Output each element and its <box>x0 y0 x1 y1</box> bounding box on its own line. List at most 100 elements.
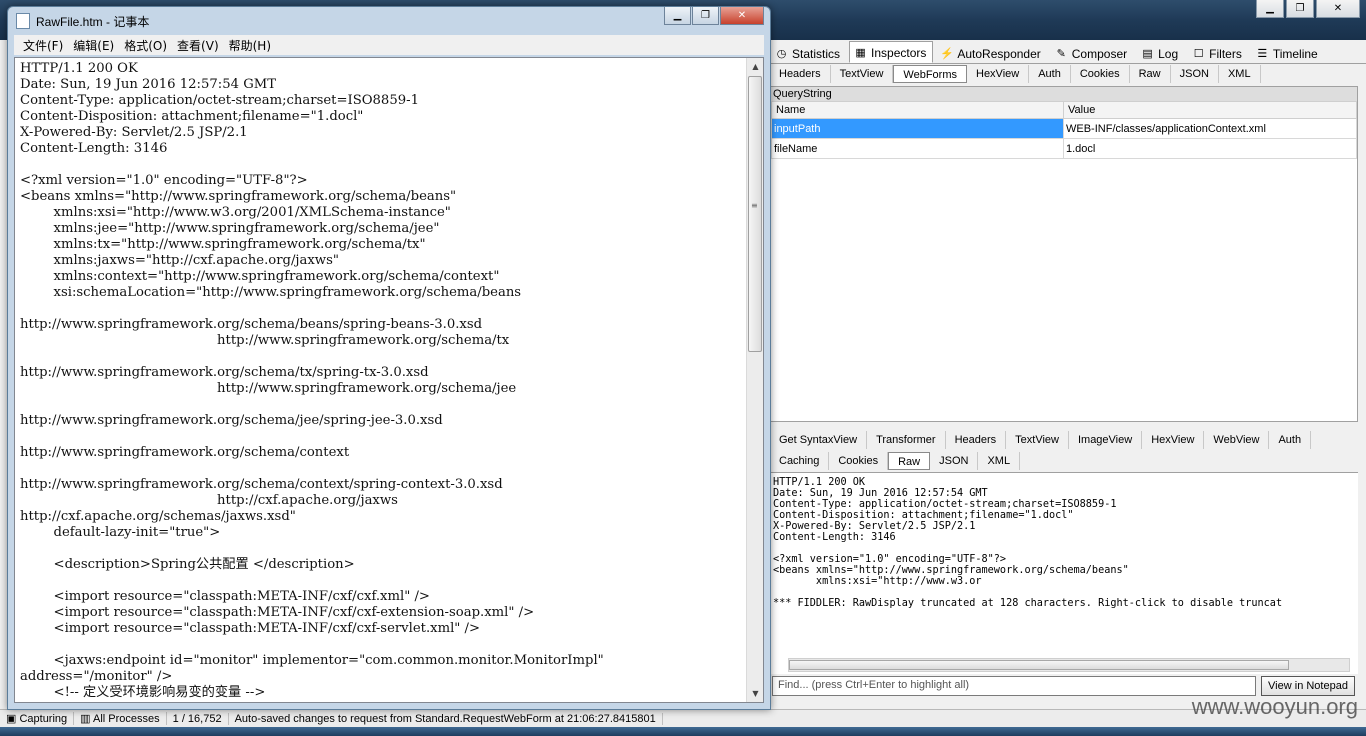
req-tab-headers[interactable]: Headers <box>770 65 831 83</box>
resp-tab-webview[interactable]: WebView <box>1204 431 1270 449</box>
grip-icon: ≡ <box>751 201 758 210</box>
resp-tab-auth[interactable]: Auth <box>1269 431 1312 449</box>
req-tab-webforms[interactable]: WebForms <box>893 65 967 83</box>
process-icon: ▥ <box>80 713 93 725</box>
maximize-button[interactable]: ❐ <box>692 7 719 25</box>
raw-response-panel: HTTP/1.1 200 OK Date: Sun, 19 Jun 2016 1… <box>770 472 1358 674</box>
querystring-table: Name Value inputPath WEB-INF/classes/app… <box>771 101 1357 159</box>
param-name[interactable]: inputPath <box>771 118 1064 139</box>
tab-inspectors[interactable]: ▦ Inspectors <box>849 41 934 63</box>
minimize-button[interactable]: ▁ <box>664 7 691 25</box>
horizontal-scrollbar[interactable] <box>788 658 1350 672</box>
tab-autoresponder[interactable]: ⚡ AutoResponder <box>935 43 1047 63</box>
process-filter[interactable]: ▥ All Processes <box>74 712 167 725</box>
pencil-icon: ✎ <box>1056 47 1066 60</box>
menu-format[interactable]: 格式(O) <box>119 37 172 54</box>
request-tabbar: Headers TextView WebForms HexView Auth C… <box>770 64 1366 84</box>
tab-log[interactable]: ▤ Log <box>1136 43 1185 63</box>
req-tab-json[interactable]: JSON <box>1171 65 1219 83</box>
webforms-panel: QueryString Name Value inputPath WEB-INF… <box>770 86 1358 422</box>
tab-label: Statistics <box>792 47 841 61</box>
inspect-icon: ▦ <box>855 46 866 59</box>
column-header-name[interactable]: Name <box>771 101 1064 119</box>
notepad-window: RawFile.htm - 记事本 ▁ ❐ ✕ 文件(F) 编辑(E) 格式(O… <box>7 6 771 710</box>
req-tab-textview[interactable]: TextView <box>831 65 894 83</box>
req-tab-hexview[interactable]: HexView <box>967 65 1030 83</box>
close-button[interactable]: ✕ <box>1316 0 1360 18</box>
tab-label: AutoResponder <box>957 47 1041 61</box>
resp-tab-cookies[interactable]: Cookies <box>829 452 889 470</box>
response-tabbar-row1: Get SyntaxView Transformer Headers TextV… <box>770 430 1366 450</box>
notepad-app-icon <box>16 13 30 29</box>
log-icon: ▤ <box>1142 47 1153 60</box>
req-tab-auth[interactable]: Auth <box>1029 65 1071 83</box>
table-row[interactable]: fileName 1.docl <box>771 138 1357 159</box>
scroll-up-icon[interactable]: ▲ <box>747 58 763 75</box>
table-row[interactable]: inputPath WEB-INF/classes/applicationCon… <box>771 118 1357 139</box>
menu-file[interactable]: 文件(F) <box>18 37 68 54</box>
taskbar <box>0 727 1366 736</box>
resp-tab-imageview[interactable]: ImageView <box>1069 431 1143 449</box>
resp-tab-headers[interactable]: Headers <box>946 431 1007 449</box>
lightning-icon: ⚡ <box>940 47 955 60</box>
param-value[interactable]: 1.docl <box>1063 138 1357 159</box>
tab-timeline[interactable]: ☰ Timeline <box>1251 43 1325 63</box>
resp-tab-hexview[interactable]: HexView <box>1142 431 1205 449</box>
find-input[interactable]: Find... (press Ctrl+Enter to highlight a… <box>772 676 1256 696</box>
tab-composer[interactable]: ✎ Composer <box>1050 43 1134 63</box>
notepad-titlebar[interactable]: RawFile.htm - 记事本 <box>8 7 770 35</box>
scroll-down-icon[interactable]: ▼ <box>747 685 763 702</box>
req-tab-cookies[interactable]: Cookies <box>1071 65 1130 83</box>
minimize-button[interactable]: ▁ <box>1256 0 1284 18</box>
status-message: Auto-saved changes to request from Stand… <box>229 712 663 725</box>
status-bar: ▣ Capturing ▥ All Processes 1 / 16,752 A… <box>0 709 1366 727</box>
text-editor[interactable]: HTTP/1.1 200 OK Date: Sun, 19 Jun 2016 1… <box>14 57 764 703</box>
param-name[interactable]: fileName <box>771 138 1064 159</box>
maximize-button[interactable]: ❐ <box>1286 0 1314 18</box>
tab-label: Composer <box>1071 47 1128 61</box>
resp-tab-xml[interactable]: XML <box>978 452 1021 470</box>
inspector-tabbar: ◷ Statistics ▦ Inspectors ⚡ AutoResponder ✎… <box>770 41 1366 64</box>
raw-response-text[interactable]: HTTP/1.1 200 OK Date: Sun, 19 Jun 2016 1… <box>770 473 1358 653</box>
req-tab-xml[interactable]: XML <box>1219 65 1261 83</box>
resp-tab-caching[interactable]: Caching <box>770 452 830 470</box>
menu-edit[interactable]: 编辑(E) <box>68 37 119 54</box>
param-value[interactable]: WEB-INF/classes/applicationContext.xml <box>1063 118 1357 139</box>
scrollbar-thumb[interactable] <box>789 660 1289 670</box>
tab-statistics[interactable]: ◷ Statistics <box>770 43 847 63</box>
vertical-scrollbar[interactable]: ▲ ≡ ▼ <box>746 58 763 702</box>
scrollbar-thumb[interactable] <box>748 76 762 352</box>
view-in-notepad-button[interactable]: View in Notepad <box>1261 676 1355 696</box>
capture-icon: ▣ <box>6 713 20 725</box>
notepad-caption-buttons: ▁ ❐ ✕ <box>664 7 764 25</box>
tab-label: Filters <box>1209 47 1242 61</box>
tab-label: Timeline <box>1272 47 1318 61</box>
process-filter-label: All Processes <box>93 713 160 725</box>
timeline-icon: ☰ <box>1257 47 1268 60</box>
column-header-value[interactable]: Value <box>1063 101 1357 119</box>
tab-label: Log <box>1158 47 1179 61</box>
window-title: RawFile.htm - 记事本 <box>36 14 150 29</box>
capturing-toggle[interactable]: ▣ Capturing <box>0 712 75 725</box>
fiddler-caption-buttons: ▁ ❐ ✕ <box>1256 0 1360 18</box>
resp-tab-json[interactable]: JSON <box>930 452 979 470</box>
watermark: www.wooyun.org <box>1191 694 1358 719</box>
editor-content[interactable]: HTTP/1.1 200 OK Date: Sun, 19 Jun 2016 1… <box>15 58 745 702</box>
resp-tab-raw[interactable]: Raw <box>888 452 931 470</box>
menu-bar: 文件(F) 编辑(E) 格式(O) 查看(V) 帮助(H) <box>14 35 764 55</box>
clock-icon: ◷ <box>776 47 787 60</box>
checkbox-icon: ☐ <box>1193 47 1204 60</box>
tab-filters[interactable]: ☐ Filters <box>1187 43 1249 63</box>
querystring-label: QueryString <box>771 87 1357 101</box>
menu-help[interactable]: 帮助(H) <box>224 37 276 54</box>
tab-label: Inspectors <box>871 46 927 60</box>
response-tabbar-row2: Caching Cookies Raw JSON XML <box>770 451 1366 471</box>
capturing-label: Capturing <box>19 713 68 725</box>
session-count: 1 / 16,752 <box>167 712 229 725</box>
resp-tab-syntaxview[interactable]: Get SyntaxView <box>770 431 868 449</box>
req-tab-raw[interactable]: Raw <box>1130 65 1171 83</box>
close-button[interactable]: ✕ <box>720 7 764 25</box>
resp-tab-textview[interactable]: TextView <box>1006 431 1069 449</box>
resp-tab-transformer[interactable]: Transformer <box>867 431 946 449</box>
menu-view[interactable]: 查看(V) <box>172 37 224 54</box>
